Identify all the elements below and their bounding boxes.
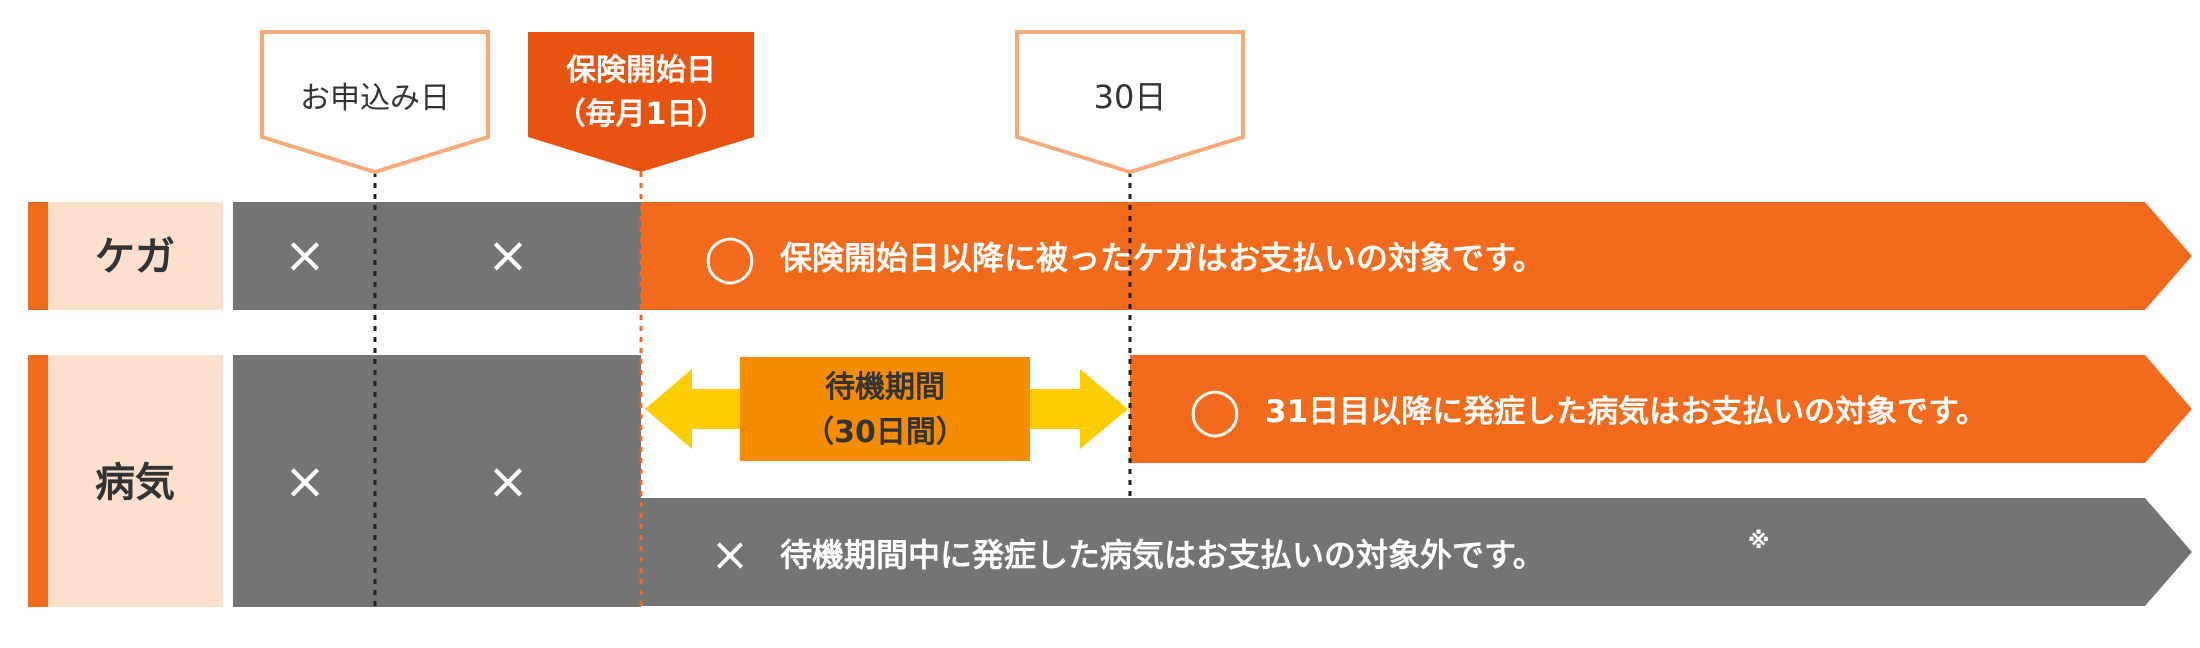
waiting-period-right-arrow: [1025, 369, 1128, 449]
illness-excluded-text: 待機期間中に発症した病気はお支払いの対象外です。: [780, 536, 1545, 574]
application-date-label: お申込み日: [300, 81, 450, 116]
injury-label: ケガ: [95, 234, 175, 280]
illness-label: 病気: [95, 460, 175, 506]
coverage-start-sublabel: （毎月1日）: [556, 97, 727, 132]
illness-excluded-note-mark: ※: [1748, 529, 1769, 554]
injury-covered-text: 保険開始日以降に被ったケガはお支払いの対象です。: [780, 239, 1545, 277]
day30-label: 30日: [1094, 78, 1167, 116]
coverage-start-label: 保険開始日: [566, 53, 716, 88]
injury-cell2-cross: ×: [487, 226, 529, 284]
timeline-svg: ケガ 病気 待機期間 （30日間） お申込み日 保険開始日 （毎月1日） 30日…: [28, 30, 2192, 607]
illness-covered-text: 31日目以降に発症した病気はお支払いの対象です。: [1265, 394, 1987, 430]
injury-covered-circle: ◯: [704, 230, 755, 285]
injury-label-accent: [28, 202, 48, 310]
waiting-period-title: 待機期間: [825, 370, 945, 405]
illness-excluded-cross: ×: [711, 527, 750, 581]
coverage-timeline-diagram: ケガ 病気 待機期間 （30日間） お申込み日 保険開始日 （毎月1日） 30日…: [0, 0, 2200, 648]
illness-label-accent: [28, 355, 48, 607]
illness-cell1-cross: ×: [284, 452, 326, 510]
injury-cell1-cross: ×: [284, 226, 326, 284]
illness-covered-circle: ◯: [1189, 383, 1240, 438]
waiting-period-left-arrow: [645, 369, 745, 449]
waiting-period-duration: （30日間）: [804, 415, 966, 450]
illness-cell2-cross: ×: [487, 452, 529, 510]
